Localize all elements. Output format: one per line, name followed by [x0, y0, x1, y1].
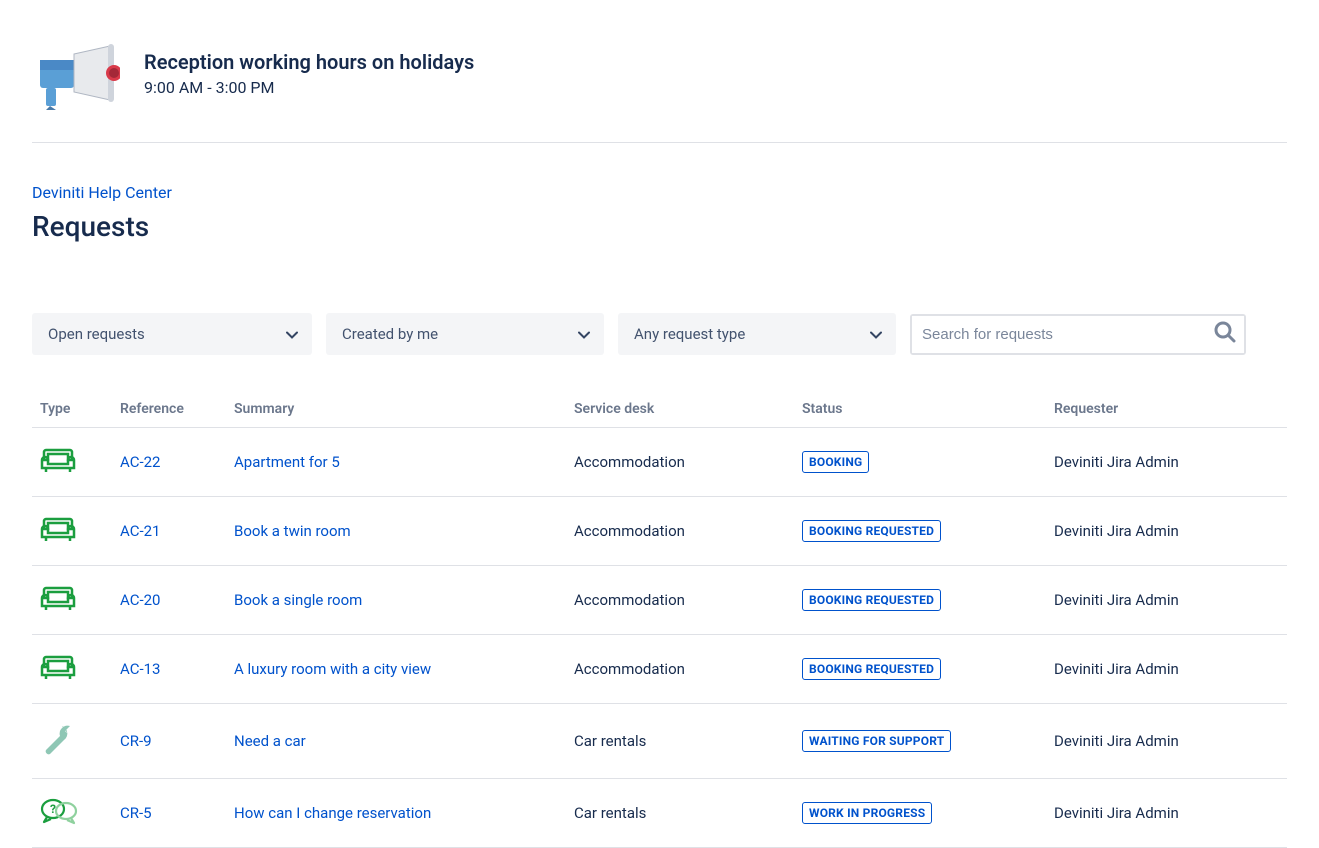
- filters-row: Open requests Created by me Any request …: [32, 313, 1287, 355]
- cell-type: ?: [32, 779, 112, 848]
- search-icon: [1214, 321, 1236, 347]
- cell-service-desk: Accommodation: [566, 566, 794, 635]
- cell-status: WORK IN PROGRESS: [794, 779, 1046, 848]
- summary-link[interactable]: How can I change reservation: [234, 804, 431, 822]
- cell-reference: CR-5: [112, 779, 226, 848]
- header-status: Status: [794, 391, 1046, 428]
- cell-summary: How can I change reservation: [226, 779, 566, 848]
- table-row[interactable]: AC-13 A luxury room with a city view Accom…: [32, 635, 1287, 704]
- status-badge: WAITING FOR SUPPORT: [802, 730, 951, 752]
- cell-status: BOOKING REQUESTED: [794, 635, 1046, 704]
- cell-reference: AC-13: [112, 635, 226, 704]
- filter-request-type-label: Any request type: [634, 325, 745, 343]
- svg-text:?: ?: [50, 802, 56, 816]
- filter-status[interactable]: Open requests: [32, 313, 312, 355]
- divider: [32, 142, 1287, 143]
- header-type: Type: [32, 391, 112, 428]
- status-badge: BOOKING REQUESTED: [802, 589, 941, 611]
- cell-service-desk: Accommodation: [566, 428, 794, 497]
- chevron-down-icon: [286, 325, 298, 343]
- cell-requester: Deviniti Jira Admin: [1046, 779, 1287, 848]
- cell-requester: Deviniti Jira Admin: [1046, 704, 1287, 779]
- header-requester: Requester: [1046, 391, 1287, 428]
- cell-service-desk: Car rentals: [566, 779, 794, 848]
- announcement-subtitle: 9:00 AM - 3:00 PM: [144, 78, 474, 97]
- cell-type: [32, 635, 112, 704]
- reference-link[interactable]: CR-5: [120, 804, 152, 822]
- status-badge: WORK IN PROGRESS: [802, 802, 932, 824]
- search-field[interactable]: [910, 314, 1246, 355]
- filter-creator[interactable]: Created by me: [326, 313, 604, 355]
- table-row[interactable]: ? CR-5 How can I change reservation Car ren…: [32, 779, 1287, 848]
- sofa-icon: [40, 446, 76, 474]
- table-row[interactable]: AC-22 Apartment for 5 Accommodation BOOKING…: [32, 428, 1287, 497]
- cell-summary: Apartment for 5: [226, 428, 566, 497]
- header-summary: Summary: [226, 391, 566, 428]
- cell-summary: Book a twin room: [226, 497, 566, 566]
- cell-requester: Deviniti Jira Admin: [1046, 635, 1287, 704]
- cell-status: BOOKING: [794, 428, 1046, 497]
- announcement-banner: Reception working hours on holidays 9:00…: [32, 0, 1287, 142]
- cell-service-desk: Accommodation: [566, 497, 794, 566]
- cell-status: BOOKING REQUESTED: [794, 566, 1046, 635]
- cell-summary: Need a car: [226, 704, 566, 779]
- cell-requester: Deviniti Jira Admin: [1046, 497, 1287, 566]
- header-reference: Reference: [112, 391, 226, 428]
- summary-link[interactable]: Book a single room: [234, 591, 362, 609]
- breadcrumb-link[interactable]: Deviniti Help Center: [32, 183, 172, 202]
- cell-summary: Book a single room: [226, 566, 566, 635]
- reference-link[interactable]: AC-21: [120, 522, 160, 540]
- summary-link[interactable]: Need a car: [234, 732, 306, 750]
- announcement-title: Reception working hours on holidays: [144, 50, 474, 74]
- reference-link[interactable]: CR-9: [120, 732, 152, 750]
- cell-type: [32, 704, 112, 779]
- status-badge: BOOKING REQUESTED: [802, 520, 941, 542]
- sofa-icon: [40, 584, 76, 612]
- reference-link[interactable]: AC-20: [120, 591, 160, 609]
- table-row[interactable]: AC-20 Book a single room Accommodation BOOK…: [32, 566, 1287, 635]
- requests-table: Type Reference Summary Service desk Stat…: [32, 391, 1287, 848]
- filter-request-type[interactable]: Any request type: [618, 313, 896, 355]
- table-header-row: Type Reference Summary Service desk Stat…: [32, 391, 1287, 428]
- reference-link[interactable]: AC-22: [120, 453, 160, 471]
- table-row[interactable]: CR-9 Need a car Car rentals WAITING FOR SUP…: [32, 704, 1287, 779]
- wrench-icon: [40, 722, 74, 756]
- cell-reference: AC-21: [112, 497, 226, 566]
- cell-service-desk: Car rentals: [566, 704, 794, 779]
- cell-reference: CR-9: [112, 704, 226, 779]
- status-badge: BOOKING: [802, 451, 869, 473]
- page-title: Requests: [32, 210, 1287, 243]
- cell-type: [32, 428, 112, 497]
- filter-creator-label: Created by me: [342, 325, 438, 343]
- header-service-desk: Service desk: [566, 391, 794, 428]
- cell-type: [32, 566, 112, 635]
- cell-status: WAITING FOR SUPPORT: [794, 704, 1046, 779]
- chevron-down-icon: [870, 325, 882, 343]
- cell-reference: AC-22: [112, 428, 226, 497]
- status-badge: BOOKING REQUESTED: [802, 658, 941, 680]
- chevron-down-icon: [578, 325, 590, 343]
- question-icon: ?: [40, 797, 78, 825]
- summary-link[interactable]: Apartment for 5: [234, 453, 340, 471]
- cell-reference: AC-20: [112, 566, 226, 635]
- cell-requester: Deviniti Jira Admin: [1046, 566, 1287, 635]
- summary-link[interactable]: A luxury room with a city view: [234, 660, 431, 678]
- cell-summary: A luxury room with a city view: [226, 635, 566, 704]
- cell-requester: Deviniti Jira Admin: [1046, 428, 1287, 497]
- sofa-icon: [40, 653, 76, 681]
- summary-link[interactable]: Book a twin room: [234, 522, 351, 540]
- reference-link[interactable]: AC-13: [120, 660, 160, 678]
- cell-status: BOOKING REQUESTED: [794, 497, 1046, 566]
- cell-service-desk: Accommodation: [566, 635, 794, 704]
- megaphone-icon: [32, 40, 120, 110]
- sofa-icon: [40, 515, 76, 543]
- filter-status-label: Open requests: [48, 325, 145, 343]
- cell-type: [32, 497, 112, 566]
- search-input[interactable]: [912, 316, 1244, 353]
- table-row[interactable]: AC-21 Book a twin room Accommodation BOOKIN…: [32, 497, 1287, 566]
